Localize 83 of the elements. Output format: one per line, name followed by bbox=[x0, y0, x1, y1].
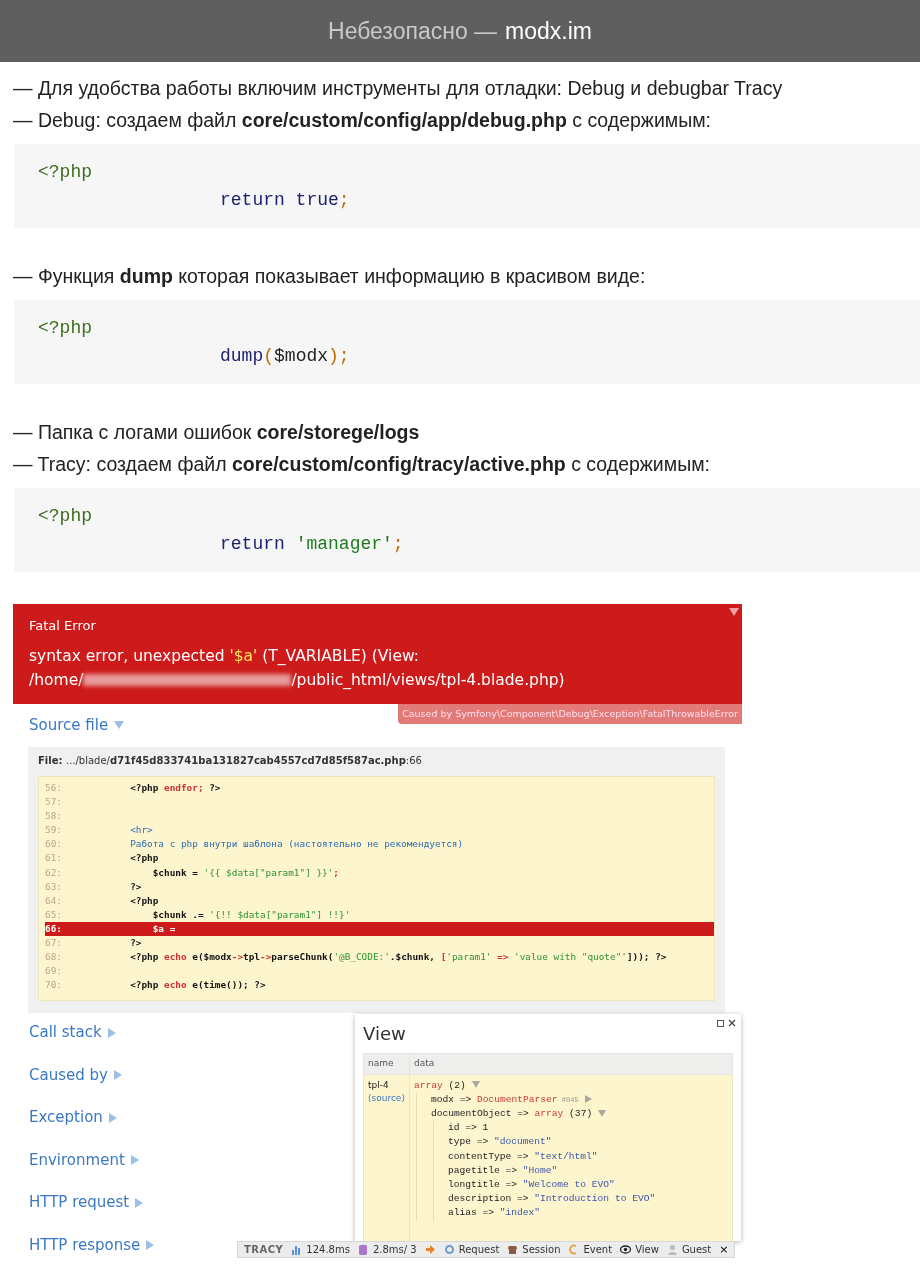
briefcase-icon bbox=[507, 1244, 519, 1255]
code-text: <?php echo e($modx->tpl->parseChunk('@B_CODE:'.$chunk, ['param1' => 'value with "quote"'])); ?> bbox=[129, 950, 667, 965]
line-number: 57: bbox=[45, 795, 63, 810]
toolbar-item[interactable]: 2.8ms/ 3 bbox=[357, 1242, 417, 1257]
source-link[interactable]: (source) bbox=[368, 1093, 405, 1103]
file-path: File: .../blade/d71f45d833741ba131827cab4557cd7d85f587ac.php:66 bbox=[38, 754, 423, 768]
arrow-icon bbox=[424, 1244, 436, 1255]
toolbar-item[interactable] bbox=[424, 1244, 436, 1255]
code-line: return true; bbox=[219, 189, 351, 212]
database-icon bbox=[357, 1244, 369, 1255]
domain-text: modx.im bbox=[505, 16, 592, 46]
paragraph: — Tracy: создаем файл core/custom/config/tracy/active.php с содержимым: bbox=[13, 452, 711, 477]
code-text: Работа с php внутри шаблона (настоятельно не рекомендуется) bbox=[129, 837, 464, 852]
dump-line: longtitle => "Welcome to EVO" bbox=[447, 1177, 616, 1192]
code-text: <hr> bbox=[129, 823, 153, 838]
column-header: data bbox=[409, 1053, 733, 1074]
toolbar-item[interactable]: Event bbox=[568, 1242, 613, 1257]
close-button[interactable]: × bbox=[719, 1244, 729, 1255]
toolbar-item[interactable]: 124.8ms bbox=[291, 1242, 350, 1257]
dump-line: alias => "index" bbox=[447, 1206, 542, 1221]
panel-title: View bbox=[363, 1022, 406, 1046]
code-text: ?> bbox=[129, 936, 142, 951]
dump-line: id => 1 bbox=[447, 1121, 490, 1136]
section-link[interactable]: Call stack bbox=[29, 1021, 116, 1044]
dump-line: documentObject => array (37) bbox=[430, 1106, 728, 1122]
line-number: 65: bbox=[45, 907, 63, 922]
dump-line: description => "Introduction to EVO" bbox=[447, 1192, 657, 1207]
code-text: <?php bbox=[129, 851, 159, 866]
line-number: 70: bbox=[45, 978, 63, 993]
line-number: 63: bbox=[45, 879, 63, 894]
code-line: <?php bbox=[38, 161, 93, 184]
column-header: name bbox=[363, 1053, 410, 1074]
section-link[interactable]: Source file bbox=[29, 714, 125, 737]
line-number: 69: bbox=[45, 964, 63, 979]
code-text: $chunk .= '{!! $data["param1"] !!}' bbox=[151, 907, 351, 922]
paragraph: — Debug: создаем файл core/custom/config/app/debug.php с содержимым: bbox=[13, 108, 713, 133]
eye-icon bbox=[620, 1244, 632, 1255]
line-number: 56: bbox=[45, 781, 63, 795]
caused-by-tag: Caused by Symfony\Component\Debug\Exception\FatalThrowableError bbox=[398, 704, 742, 725]
security-label: Небезопасно — bbox=[328, 16, 498, 46]
dump-line: array (2) bbox=[413, 1078, 728, 1093]
code-line: <?php bbox=[38, 317, 93, 340]
code-line: <?php bbox=[38, 505, 93, 528]
toolbar-item[interactable]: Session bbox=[507, 1242, 561, 1257]
bar-chart-icon bbox=[291, 1244, 303, 1255]
error-message: syntax error, unexpected '$a' (T_VARIABLE) (View: /home/ /public_html/views/tpl-4.blade.php) bbox=[29, 645, 566, 691]
user-icon bbox=[666, 1244, 678, 1255]
code-text: <?php bbox=[129, 893, 159, 908]
line-number: 64: bbox=[45, 893, 63, 908]
line-number: 67: bbox=[45, 936, 63, 951]
line-number: 60: bbox=[45, 837, 63, 852]
code-line: dump($modx); bbox=[219, 345, 351, 368]
code-text: ?> bbox=[129, 879, 142, 894]
section-link[interactable]: HTTP request bbox=[29, 1191, 144, 1214]
section-link[interactable]: Environment bbox=[29, 1148, 139, 1172]
close-icon bbox=[728, 1019, 736, 1027]
dump-line: contentType => "text/html" bbox=[447, 1149, 599, 1164]
code-line: return 'manager'; bbox=[219, 533, 405, 556]
dump-line: pagetitle => "Home" bbox=[447, 1163, 559, 1178]
line-number: 58: bbox=[45, 809, 63, 824]
paragraph: — Для удобства работы включим инструменты для отладки: Debug и debugbar Tracy bbox=[13, 76, 784, 101]
code-text: <?php echo e(time()); ?> bbox=[129, 978, 266, 993]
toolbar-item[interactable]: Guest bbox=[666, 1242, 712, 1257]
line-number: 62: bbox=[45, 865, 63, 880]
tracy-logo: TRACY bbox=[244, 1243, 284, 1257]
paragraph: — Папка с логами ошибок core/storege/logs bbox=[13, 420, 421, 445]
section-link[interactable]: HTTP response bbox=[29, 1233, 155, 1257]
code-text: $chunk = '{{ $data["param1"] }}'; bbox=[151, 865, 339, 880]
section-link[interactable]: Caused by bbox=[29, 1063, 122, 1087]
dump-line: type => "document" bbox=[447, 1135, 553, 1150]
code-text: <?php endfor; ?> bbox=[129, 781, 221, 795]
line-number: 59: bbox=[45, 823, 63, 838]
code-text: $a = bbox=[151, 921, 176, 936]
toolbar-item[interactable]: View bbox=[620, 1242, 659, 1257]
line-number: 61: bbox=[45, 851, 63, 866]
line-number: 68: bbox=[45, 950, 63, 965]
toolbar-item[interactable]: Request bbox=[443, 1242, 500, 1257]
paragraph: — Функция dump которая показывает информацию в красивом виде: bbox=[13, 264, 647, 289]
line-number: 66: bbox=[45, 921, 63, 936]
error-title: Fatal Error bbox=[29, 617, 97, 635]
section-link[interactable]: Exception bbox=[29, 1106, 117, 1129]
window-icon bbox=[717, 1019, 724, 1027]
collapse-triangle-icon bbox=[729, 608, 739, 616]
